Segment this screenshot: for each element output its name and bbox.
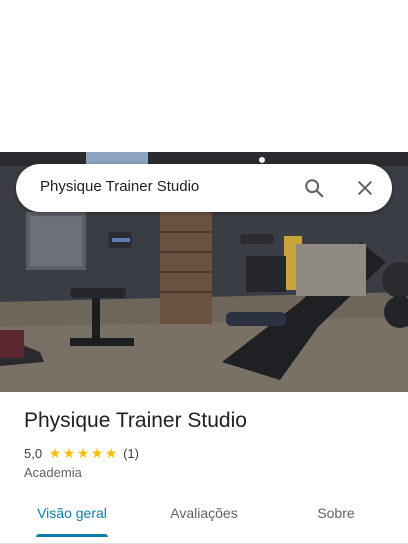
clear-search-button[interactable] (349, 172, 381, 204)
review-count[interactable]: (1) (123, 446, 139, 461)
search-button[interactable] (298, 172, 330, 204)
place-category: Academia (24, 465, 82, 480)
star-icon: ★ (48, 445, 62, 461)
map-area-blank (0, 0, 408, 152)
place-title: Physique Trainer Studio (24, 409, 247, 432)
tab-overview[interactable]: Visão geral (16, 494, 128, 538)
star-icon: ★ (104, 445, 118, 461)
rating-value: 5,0 (24, 445, 43, 461)
close-icon (358, 181, 372, 195)
active-tab-indicator (36, 534, 108, 537)
tab-reviews[interactable]: Avaliações (148, 494, 260, 538)
search-input[interactable]: Physique Trainer Studio (40, 178, 199, 195)
place-tabs: Visão geral Avaliações Sobre (0, 494, 408, 538)
search-icon (305, 179, 324, 198)
star-icon: ★ (76, 445, 90, 461)
rating-row[interactable]: 5,0 ★ ★ ★ ★ ★ (1) (24, 445, 139, 461)
tab-about[interactable]: Sobre (280, 494, 392, 538)
star-icon: ★ (62, 445, 76, 461)
search-bar[interactable]: Physique Trainer Studio (16, 164, 392, 212)
star-icon: ★ (90, 445, 104, 461)
star-rating: ★ ★ ★ ★ ★ (48, 446, 118, 460)
